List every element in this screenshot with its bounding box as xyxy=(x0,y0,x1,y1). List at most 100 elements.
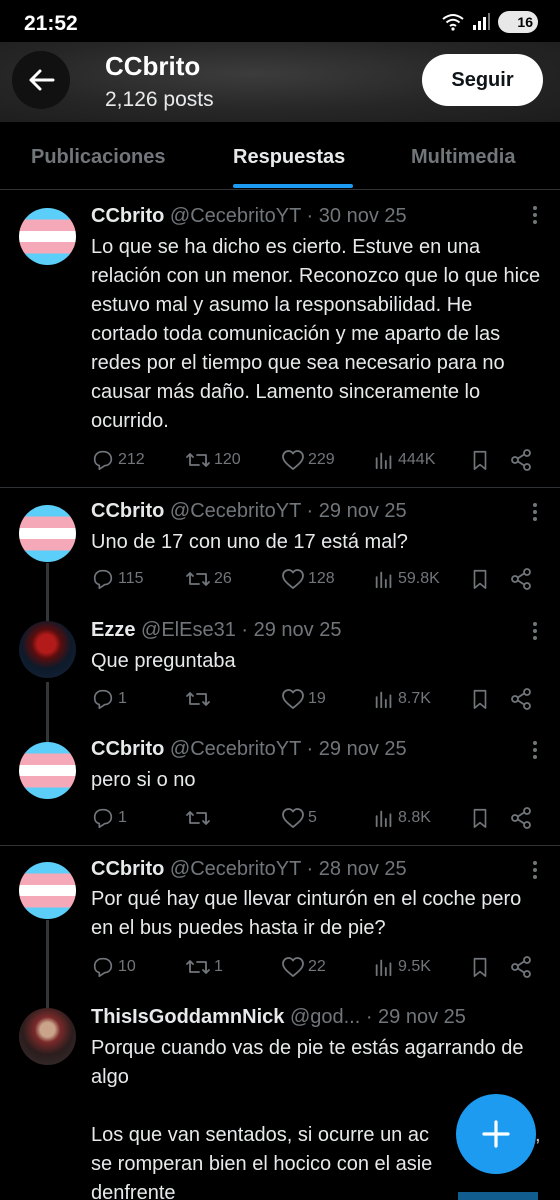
more-options-icon[interactable] xyxy=(532,740,538,760)
compose-button[interactable] xyxy=(456,1094,536,1174)
tweet-date[interactable]: · 28 nov 25 xyxy=(307,858,407,880)
views-button[interactable]: 444K xyxy=(373,448,435,472)
more-options-icon[interactable] xyxy=(532,205,538,225)
avatar[interactable] xyxy=(19,621,76,678)
author-name[interactable]: Ezze xyxy=(91,619,135,641)
bookmark-button[interactable] xyxy=(469,955,491,979)
more-options-icon[interactable] xyxy=(532,860,538,880)
reply-button[interactable]: 1 xyxy=(91,806,127,830)
tab-multimedia[interactable]: Multimedia xyxy=(411,146,515,169)
tweet-date[interactable]: · 29 nov 25 xyxy=(307,738,407,760)
avatar[interactable] xyxy=(19,505,76,562)
tweet-header: CCbrito @CecebritoYT · 29 nov 25 xyxy=(91,738,407,761)
share-icon xyxy=(511,956,531,978)
repost-button[interactable]: 26 xyxy=(185,567,232,591)
bookmark-button[interactable] xyxy=(469,806,491,830)
tweet[interactable]: CCbrito @CecebritoYT · 30 nov 25 Lo que … xyxy=(0,191,560,488)
profile-name: CCbrito xyxy=(105,51,201,81)
bookmark-icon xyxy=(473,808,487,828)
tweet-date[interactable]: · 29 nov 25 xyxy=(366,1006,466,1028)
view-count: 9.5K xyxy=(398,958,431,975)
like-button[interactable]: 22 xyxy=(281,955,326,979)
author-handle[interactable]: @CecebritoYT xyxy=(170,738,301,760)
repost-icon xyxy=(186,960,210,974)
bookmark-button[interactable] xyxy=(469,448,491,472)
views-button[interactable]: 8.8K xyxy=(373,806,431,830)
back-button[interactable] xyxy=(12,51,70,109)
reply-count: 1 xyxy=(118,690,127,707)
bookmark-button[interactable] xyxy=(469,567,491,591)
bookmark-button[interactable] xyxy=(469,687,491,711)
tweet-text: Por qué hay que llevar cinturón en el co… xyxy=(91,888,522,939)
repost-button[interactable] xyxy=(185,687,211,711)
reply-icon xyxy=(93,957,113,978)
repost-button[interactable]: 120 xyxy=(185,448,241,472)
share-button[interactable] xyxy=(509,955,533,979)
avatar[interactable] xyxy=(19,742,76,799)
author-name[interactable]: CCbrito xyxy=(91,858,164,880)
reply-button[interactable]: 115 xyxy=(91,567,144,591)
author-handle[interactable]: @CecebritoYT xyxy=(170,858,301,880)
author-handle[interactable]: @ElEse31 xyxy=(141,619,236,641)
author-name[interactable]: CCbrito xyxy=(91,500,164,522)
author-handle[interactable]: @CecebritoYT xyxy=(170,205,301,227)
post-count: 2,126 posts xyxy=(105,88,214,111)
reply-button[interactable]: 212 xyxy=(91,448,145,472)
author-name[interactable]: CCbrito xyxy=(91,205,164,227)
author-name[interactable]: CCbrito xyxy=(91,738,164,760)
avatar[interactable] xyxy=(19,1008,76,1065)
repost-button[interactable]: 1 xyxy=(185,955,223,979)
tweet-date[interactable]: · 29 nov 25 xyxy=(307,500,407,522)
tweet[interactable]: CCbrito @CecebritoYT · 29 nov 25 Uno de … xyxy=(0,488,560,607)
tweet[interactable]: Ezze @ElEse31 · 29 nov 25 Que preguntaba… xyxy=(0,607,560,727)
author-handle[interactable]: @god... xyxy=(290,1006,360,1028)
views-icon xyxy=(375,959,392,977)
more-options-icon[interactable] xyxy=(532,502,538,522)
heart-icon xyxy=(282,689,304,709)
repost-icon xyxy=(186,453,210,467)
views-button[interactable]: 59.8K xyxy=(373,567,440,591)
avatar[interactable] xyxy=(19,208,76,265)
like-button[interactable]: 128 xyxy=(281,567,335,591)
like-button[interactable]: 19 xyxy=(281,687,326,711)
share-button[interactable] xyxy=(509,567,533,591)
like-button[interactable]: 229 xyxy=(281,448,335,472)
like-count: 5 xyxy=(308,809,317,826)
battery-icon: 16 xyxy=(498,11,538,33)
tab-indicator xyxy=(233,184,353,188)
reply-button[interactable]: 10 xyxy=(91,955,136,979)
reply-count: 10 xyxy=(118,958,136,975)
share-button[interactable] xyxy=(509,448,533,472)
avatar[interactable] xyxy=(19,862,76,919)
like-count: 22 xyxy=(308,958,326,975)
heart-icon xyxy=(282,957,304,977)
share-button[interactable] xyxy=(509,687,533,711)
tweet-header: CCbrito @CecebritoYT · 30 nov 25 xyxy=(91,205,407,228)
tweet[interactable]: CCbrito @CecebritoYT · 29 nov 25 pero si… xyxy=(0,727,560,846)
share-icon xyxy=(511,568,531,590)
tweet-date[interactable]: · 29 nov 25 xyxy=(241,619,341,641)
follow-button[interactable]: Seguir xyxy=(422,54,543,106)
view-count: 444K xyxy=(398,451,436,468)
repost-button[interactable] xyxy=(185,806,211,830)
tab-publicaciones[interactable]: Publicaciones xyxy=(31,146,166,169)
reply-icon xyxy=(93,450,113,471)
signal-icon xyxy=(473,13,490,30)
tweet-actions: 1 5 8.8K xyxy=(91,806,541,832)
tweet[interactable]: CCbrito @CecebritoYT · 28 nov 25 Por qué… xyxy=(0,846,560,994)
share-icon xyxy=(511,688,531,710)
reply-button[interactable]: 1 xyxy=(91,687,127,711)
tweet-text-fragment: Los que van sentados, si ocurre un ac xyxy=(91,1124,429,1146)
repost-icon xyxy=(186,572,210,586)
tab-respuestas[interactable]: Respuestas xyxy=(233,146,345,169)
more-options-icon[interactable] xyxy=(532,621,538,641)
views-button[interactable]: 9.5K xyxy=(373,955,431,979)
share-button[interactable] xyxy=(509,806,533,830)
author-name[interactable]: ThisIsGoddamnNick xyxy=(91,1006,284,1028)
bookmark-icon xyxy=(473,689,487,709)
reply-count: 115 xyxy=(118,570,144,587)
tweet-date[interactable]: · 30 nov 25 xyxy=(307,205,407,227)
like-button[interactable]: 5 xyxy=(281,806,317,830)
author-handle[interactable]: @CecebritoYT xyxy=(170,500,301,522)
views-button[interactable]: 8.7K xyxy=(373,687,431,711)
